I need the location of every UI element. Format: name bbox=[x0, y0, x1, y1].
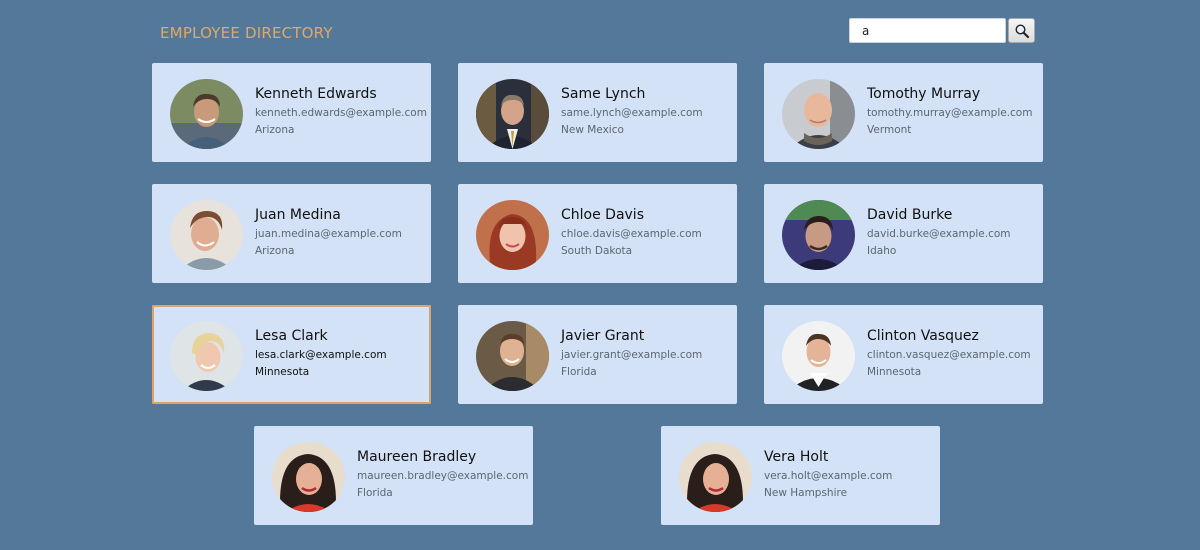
employee-email: maureen.bradley@example.com bbox=[357, 470, 529, 482]
employee-card-selected[interactable]: Lesa Clark lesa.clark@example.com Minnes… bbox=[152, 305, 431, 404]
avatar bbox=[170, 321, 243, 391]
employee-state: Florida bbox=[561, 366, 597, 378]
employee-card[interactable]: Chloe Davis chloe.davis@example.com Sout… bbox=[458, 184, 737, 283]
avatar bbox=[782, 200, 855, 270]
employee-state: Minnesota bbox=[255, 366, 310, 378]
employee-email: chloe.davis@example.com bbox=[561, 228, 702, 240]
avatar bbox=[476, 200, 549, 270]
employee-state: New Hampshire bbox=[764, 487, 848, 499]
employee-state: Idaho bbox=[867, 245, 897, 257]
employee-card[interactable]: Clinton Vasquez clinton.vasquez@example.… bbox=[764, 305, 1043, 404]
avatar bbox=[679, 442, 752, 512]
employee-card[interactable]: Javier Grant javier.grant@example.com Fl… bbox=[458, 305, 737, 404]
employee-name: Clinton Vasquez bbox=[867, 328, 979, 344]
employee-name: Same Lynch bbox=[561, 86, 646, 102]
employee-card[interactable]: Maureen Bradley maureen.bradley@example.… bbox=[254, 426, 533, 525]
employee-email: same.lynch@example.com bbox=[561, 107, 703, 119]
employee-email: tomothy.murray@example.com bbox=[867, 107, 1033, 119]
employee-email: david.burke@example.com bbox=[867, 228, 1011, 240]
employee-card[interactable]: Same Lynch same.lynch@example.com New Me… bbox=[458, 63, 737, 162]
employee-name: Javier Grant bbox=[561, 328, 645, 344]
avatar bbox=[782, 79, 855, 149]
employee-directory-page: EMPLOYEE DIRECTORY Kenneth Edwards kenne… bbox=[0, 0, 1200, 550]
employee-email: kenneth.edwards@example.com bbox=[255, 107, 427, 119]
employee-card[interactable]: Kenneth Edwards kenneth.edwards@example.… bbox=[152, 63, 431, 162]
employee-name: Vera Holt bbox=[764, 449, 829, 465]
avatar bbox=[476, 79, 549, 149]
employee-name: Maureen Bradley bbox=[357, 449, 477, 465]
employee-name: Lesa Clark bbox=[255, 328, 328, 344]
employee-state: Minnesota bbox=[867, 366, 922, 378]
employee-state: Florida bbox=[357, 487, 393, 499]
employee-email: clinton.vasquez@example.com bbox=[867, 349, 1031, 361]
employee-email: javier.grant@example.com bbox=[561, 349, 703, 361]
employee-email: vera.holt@example.com bbox=[764, 470, 893, 482]
search-input[interactable] bbox=[849, 18, 1006, 43]
avatar bbox=[170, 79, 243, 149]
page-title: EMPLOYEE DIRECTORY bbox=[160, 24, 333, 42]
employee-name: Chloe Davis bbox=[561, 207, 644, 223]
employee-state: Arizona bbox=[255, 245, 295, 257]
employee-state: New Mexico bbox=[561, 124, 624, 136]
employee-name: Juan Medina bbox=[255, 207, 341, 223]
employee-card[interactable]: Juan Medina juan.medina@example.com Ariz… bbox=[152, 184, 431, 283]
avatar bbox=[272, 442, 345, 512]
employee-name: Tomothy Murray bbox=[867, 86, 981, 102]
search-icon bbox=[1014, 23, 1029, 38]
employee-name: Kenneth Edwards bbox=[255, 86, 377, 102]
search-button[interactable] bbox=[1008, 18, 1035, 43]
employee-state: South Dakota bbox=[561, 245, 633, 257]
employee-state: Arizona bbox=[255, 124, 295, 136]
employee-email: lesa.clark@example.com bbox=[255, 349, 387, 361]
avatar bbox=[476, 321, 549, 391]
employee-card[interactable]: Tomothy Murray tomothy.murray@example.co… bbox=[764, 63, 1043, 162]
employee-email: juan.medina@example.com bbox=[255, 228, 402, 240]
employee-state: Vermont bbox=[867, 124, 912, 136]
employee-name: David Burke bbox=[867, 207, 953, 223]
employee-card[interactable]: Vera Holt vera.holt@example.com New Hamp… bbox=[661, 426, 940, 525]
avatar bbox=[170, 200, 243, 270]
employee-card[interactable]: David Burke david.burke@example.com Idah… bbox=[764, 184, 1043, 283]
avatar bbox=[782, 321, 855, 391]
